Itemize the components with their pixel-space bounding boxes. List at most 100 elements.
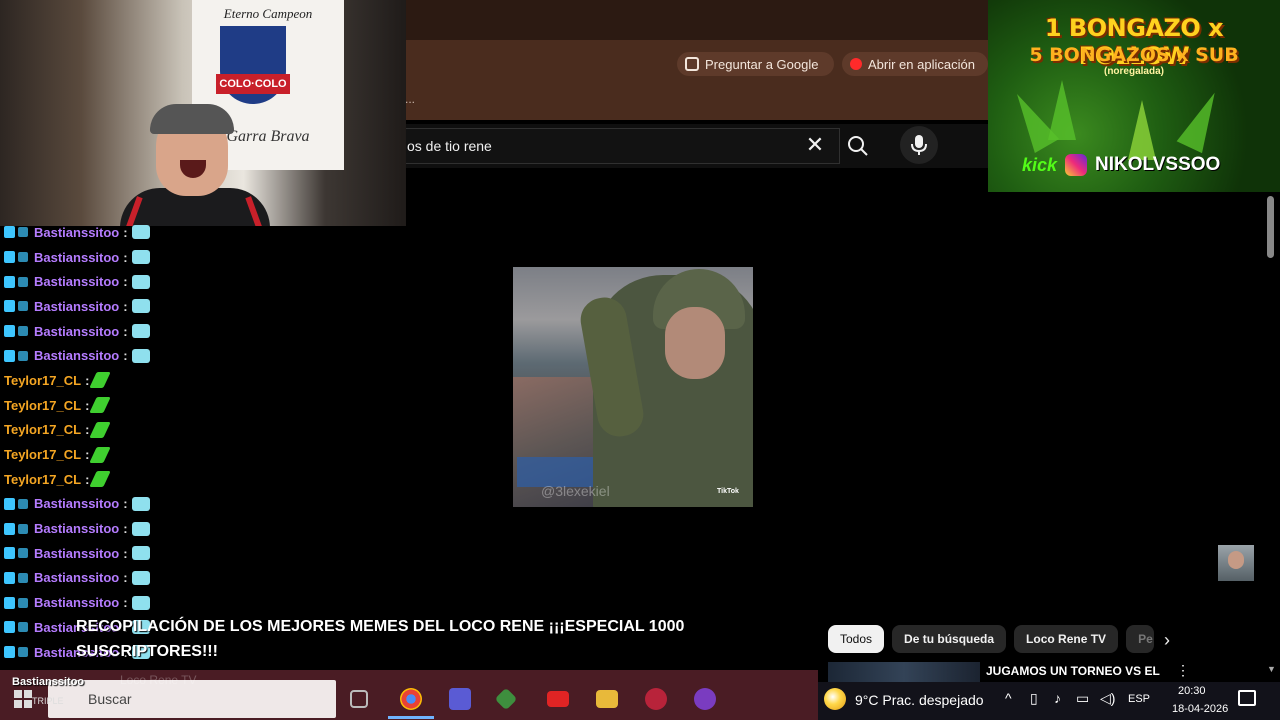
search-input[interactable]: os de tio rene bbox=[405, 128, 840, 164]
chat-colon: : bbox=[123, 274, 128, 290]
clock-time[interactable]: 20:30 bbox=[1178, 685, 1206, 697]
subscriber-badge-icon bbox=[4, 571, 30, 584]
video-watermark: @3lexekiel bbox=[541, 483, 610, 499]
search-icon bbox=[848, 136, 868, 156]
chat-username[interactable]: Bastianssitoo bbox=[34, 570, 119, 585]
chat-username[interactable]: Teylor17_CL bbox=[4, 398, 81, 413]
search-button[interactable] bbox=[840, 128, 876, 164]
channel-avatar[interactable] bbox=[1218, 545, 1254, 581]
chat-message: Teylor17_CL: bbox=[4, 442, 174, 467]
chat-username[interactable]: Teylor17_CL bbox=[4, 447, 81, 462]
network-icon[interactable]: ▭ bbox=[1076, 690, 1089, 707]
chat-username[interactable]: Bastianssitoo bbox=[34, 496, 119, 511]
volume-icon[interactable]: ◁) bbox=[1100, 690, 1115, 707]
chat-message: Teylor17_CL: bbox=[4, 418, 174, 443]
language-indicator[interactable]: ESP bbox=[1128, 693, 1150, 705]
chat-message: Bastianssitoo: bbox=[4, 220, 174, 245]
promo-line-2: 5 BONGAZOS x SUB bbox=[1029, 44, 1239, 66]
kebab-menu-icon[interactable]: ⋮ bbox=[1176, 662, 1190, 679]
voice-search-button[interactable] bbox=[900, 126, 938, 164]
overlay-ghost-text: Loco Rene TV bbox=[120, 673, 197, 687]
related-filter-chips: Todos De tu búsqueda Loco Rene TV Pe bbox=[828, 625, 1155, 653]
weather-text[interactable]: 9°C Prac. despejado bbox=[855, 692, 984, 708]
chat-username[interactable]: Bastianssitoo bbox=[34, 250, 119, 265]
chip-loco-rene-tv[interactable]: Loco Rene TV bbox=[1014, 625, 1119, 653]
teams-icon[interactable] bbox=[449, 688, 471, 710]
weather-icon[interactable] bbox=[824, 688, 846, 710]
video-title: RECOPILACIÓN DE LOS MEJORES MEMES DEL LO… bbox=[76, 618, 685, 660]
open-in-app-label: Abrir en aplicación bbox=[868, 56, 975, 72]
chat-username[interactable]: Bastianssitoo bbox=[34, 546, 119, 561]
leaf-emote-icon bbox=[89, 397, 112, 414]
clear-search-icon[interactable]: ✕ bbox=[803, 133, 827, 157]
camera-emote-icon bbox=[131, 324, 150, 339]
chat-colon: : bbox=[123, 348, 128, 364]
camera-emote-icon bbox=[131, 225, 150, 240]
chat-username[interactable]: Teylor17_CL bbox=[4, 472, 81, 487]
clock-date[interactable]: 18-04-2026 bbox=[1172, 703, 1228, 715]
chip-de-tu-busqueda[interactable]: De tu búsqueda bbox=[892, 625, 1007, 653]
app-icon[interactable] bbox=[645, 688, 667, 710]
chevron-right-icon[interactable]: › bbox=[1157, 630, 1177, 650]
flag-badge-text: COLO·COLO bbox=[216, 74, 290, 94]
windows-start-icon[interactable] bbox=[14, 690, 32, 708]
subscriber-badge-icon bbox=[4, 300, 30, 313]
ask-google-label: Preguntar a Google bbox=[705, 56, 819, 72]
discord-icon[interactable] bbox=[694, 688, 716, 710]
camera-emote-icon bbox=[131, 546, 150, 561]
camera-emote-icon bbox=[131, 595, 150, 610]
chip-truncated[interactable]: Pe bbox=[1126, 625, 1155, 653]
promo-handle: NIKOLVSSOO bbox=[1095, 154, 1221, 175]
open-in-app-button[interactable]: Abrir en aplicación bbox=[842, 52, 988, 76]
subscriber-badge-icon bbox=[4, 226, 30, 239]
chip-todos[interactable]: Todos bbox=[828, 625, 885, 653]
chat-message: Bastianssitoo: bbox=[4, 566, 174, 591]
chrome-icon[interactable] bbox=[400, 688, 422, 710]
chat-username[interactable]: Teylor17_CL bbox=[4, 373, 81, 388]
chat-username[interactable]: Bastianssitoo bbox=[34, 225, 119, 240]
leaf-emote-icon bbox=[89, 421, 112, 438]
promo-line-3: (noregalada) bbox=[1103, 66, 1164, 77]
chat-colon: : bbox=[123, 545, 128, 561]
next-video-title[interactable]: JUGAMOS UN TORNEO VS EL bbox=[986, 664, 1160, 678]
file-explorer-icon[interactable] bbox=[596, 690, 618, 708]
chat-overlay-user: Bastianssitoo bbox=[12, 676, 85, 688]
chat-colon: : bbox=[123, 323, 128, 339]
camera-emote-icon bbox=[131, 274, 150, 289]
task-view-icon[interactable] bbox=[350, 690, 368, 708]
chat-username[interactable]: Bastianssitoo bbox=[34, 274, 119, 289]
chat-colon: : bbox=[85, 397, 90, 413]
subscriber-badge-icon bbox=[4, 621, 30, 634]
google-lens-icon bbox=[685, 57, 699, 71]
video-player[interactable]: @3lexekiel TikTok bbox=[513, 267, 753, 507]
chat-message: Bastianssitoo: bbox=[4, 516, 174, 541]
youtube-icon bbox=[850, 58, 862, 70]
chat-username[interactable]: Bastianssitoo bbox=[34, 348, 119, 363]
chat-message: Teylor17_CL: bbox=[4, 467, 174, 492]
chat-username[interactable]: Bastianssitoo bbox=[34, 595, 119, 610]
ask-google-button[interactable]: Preguntar a Google bbox=[677, 52, 834, 76]
video-person-face bbox=[665, 307, 725, 379]
chat-username[interactable]: Bastianssitoo bbox=[34, 324, 119, 339]
device-icon[interactable]: ▯ bbox=[1030, 690, 1038, 707]
flag-top-text: Eterno Campeon bbox=[223, 6, 313, 21]
more-options-icon[interactable]: ... bbox=[405, 92, 415, 106]
scroll-down-arrow-icon[interactable]: ▼ bbox=[1267, 664, 1276, 674]
microphone-tray-icon[interactable]: ♪ bbox=[1054, 690, 1061, 706]
youtube-app-icon[interactable] bbox=[547, 691, 569, 707]
subscriber-badge-icon bbox=[4, 547, 30, 560]
camera-emote-icon bbox=[131, 521, 150, 536]
chat-colon: : bbox=[123, 570, 128, 586]
notifications-icon[interactable] bbox=[1238, 690, 1256, 706]
subscriber-badge-icon bbox=[4, 522, 30, 535]
chat-overlay: Bastianssitoo: Bastianssitoo: Bastianssito… bbox=[4, 220, 174, 664]
chat-message: Teylor17_CL: bbox=[4, 393, 174, 418]
chat-message: Bastianssitoo: bbox=[4, 541, 174, 566]
chat-username[interactable]: Bastianssitoo bbox=[34, 521, 119, 536]
chat-username[interactable]: Bastianssitoo bbox=[34, 299, 119, 314]
instagram-icon bbox=[1065, 154, 1088, 176]
scrollbar-thumb[interactable] bbox=[1267, 196, 1274, 258]
chat-username[interactable]: Teylor17_CL bbox=[4, 422, 81, 437]
chat-colon: : bbox=[123, 249, 128, 265]
chevron-up-icon[interactable]: ^ bbox=[1005, 690, 1012, 706]
